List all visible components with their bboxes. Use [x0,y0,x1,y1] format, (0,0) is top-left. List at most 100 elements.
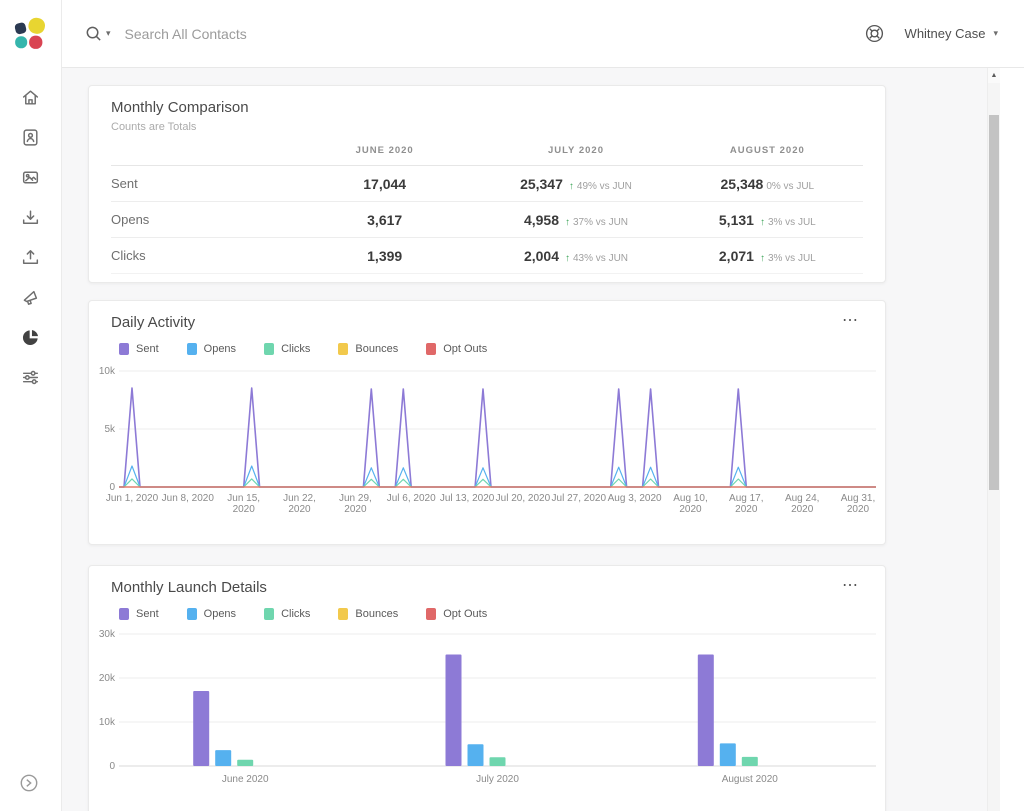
row-label: Clicks [111,248,289,263]
settings-sliders-icon [20,367,41,388]
monthly-launch-bar-chart[interactable]: 010k20k30kJune 2020July 2020August 2020 [89,624,885,804]
svg-text:5k: 5k [104,424,116,435]
right-gutter [1000,68,1024,811]
svg-text:July 2020: July 2020 [476,774,519,785]
legend-swatch-icon [264,608,274,620]
search-icon [84,24,103,43]
scrollbar-thumb[interactable] [989,115,999,490]
sidebar-item-settings-sliders[interactable] [19,366,43,388]
metric-cell: 1,399 [289,248,480,264]
user-menu[interactable]: Whitney Case [905,26,986,41]
daily-activity-card: Daily Activity ⋯ SentOpensClicksBouncesO… [88,300,886,545]
sidebar-item-upload[interactable] [19,246,43,268]
svg-text:Aug 17,2020: Aug 17,2020 [729,493,763,515]
search-scope-caret-icon[interactable]: ▾ [106,28,111,39]
legend-item-bounces[interactable]: Bounces [338,343,398,355]
legend-label: Bounces [355,343,398,355]
sidebar-item-contacts[interactable] [19,126,43,148]
legend-item-sent[interactable]: Sent [119,343,159,355]
svg-text:10k: 10k [99,717,116,728]
svg-text:Aug 3, 2020: Aug 3, 2020 [608,493,662,504]
svg-text:Jun 29,2020: Jun 29,2020 [339,493,372,515]
legend-item-opt-outs[interactable]: Opt Outs [426,608,487,620]
metric-value: 4,958 [524,212,559,228]
comparison-table: JUNE 2020JULY 2020AUGUST 2020 Sent17,044… [111,145,863,274]
legend-item-opt-outs[interactable]: Opt Outs [426,343,487,355]
card-title: Monthly Comparison [111,99,249,116]
legend-swatch-icon [264,343,274,355]
svg-text:Jun 22,2020: Jun 22,2020 [283,493,316,515]
svg-text:Aug 24,2020: Aug 24,2020 [785,493,819,515]
sidebar-item-reports[interactable] [19,326,43,348]
metric-cell: 25,347↑49% vs JUN [480,176,671,192]
campaigns-icon [20,167,41,188]
table-row: Clicks1,3992,004↑43% vs JUN2,071↑3% vs J… [111,238,863,274]
metric-cell: 4,958↑37% vs JUN [480,212,671,228]
help-icon[interactable] [864,23,885,44]
metric-change: 3% vs JUL [768,253,816,264]
svg-text:June 2020: June 2020 [222,774,269,785]
svg-text:Jul 27, 2020: Jul 27, 2020 [552,493,607,504]
metric-cell: 17,044 [289,176,480,192]
metric-change: 0% vs JUL [766,181,814,192]
legend-label: Opt Outs [443,608,487,620]
comparison-table-header: JUNE 2020JULY 2020AUGUST 2020 [111,145,863,166]
metric-cell: 2,004↑43% vs JUN [480,248,671,264]
svg-text:Jun 15,2020: Jun 15,2020 [227,493,260,515]
column-header: JULY 2020 [480,145,671,156]
daily-activity-line-chart[interactable]: 05k10kJun 1, 2020Jun 8, 2020Jun 15,2020J… [89,359,885,527]
metric-value: 25,347 [520,176,563,192]
card-subtitle: Counts are Totals [111,121,249,133]
reports-icon [20,327,41,348]
card-title: Monthly Launch Details [111,579,267,596]
sidebar-nav [19,86,43,388]
legend-label: Sent [136,343,159,355]
legend-item-sent[interactable]: Sent [119,608,159,620]
metric-value: 25,348 [721,176,764,192]
metric-value: 1,399 [367,248,402,264]
svg-text:Jul 20, 2020: Jul 20, 2020 [496,493,551,504]
legend-label: Clicks [281,608,310,620]
sidebar-item-campaigns[interactable] [19,166,43,188]
metric-cell: 2,071↑3% vs JUL [672,248,863,264]
metric-change: 3% vs JUL [768,217,816,228]
sidebar-item-home[interactable] [19,86,43,108]
svg-text:Jun 1, 2020: Jun 1, 2020 [106,493,159,504]
svg-text:0: 0 [109,761,115,772]
metric-change: 43% vs JUN [573,253,628,264]
legend-label: Opt Outs [443,343,487,355]
legend-item-clicks[interactable]: Clicks [264,343,310,355]
upload-icon [20,247,41,268]
more-menu-icon[interactable]: ⋯ [838,579,863,593]
trend-up-icon: ↑ [760,253,765,264]
user-menu-caret-icon[interactable]: ▾ [993,28,998,39]
column-header: JUNE 2020 [289,145,480,156]
table-row: Opens3,6174,958↑37% vs JUN5,131↑3% vs JU… [111,202,863,238]
legend-swatch-icon [187,343,197,355]
svg-text:Aug 10,2020: Aug 10,2020 [673,493,707,515]
legend-item-bounces[interactable]: Bounces [338,608,398,620]
trend-up-icon: ↑ [569,181,574,192]
legend-label: Clicks [281,343,310,355]
more-menu-icon[interactable]: ⋯ [838,314,863,328]
topbar: ▾ Search All Contacts Whitney Case ▾ [62,0,1024,68]
metric-change: 37% vs JUN [573,217,628,228]
app-logo[interactable] [12,16,50,54]
metric-cell: 25,3480% vs JUL [672,176,863,192]
svg-text:30k: 30k [99,629,116,640]
vertical-scrollbar[interactable]: ▲ [987,68,1000,811]
metric-value: 2,004 [524,248,559,264]
monthly-comparison-card: Monthly Comparison Counts are Totals JUN… [88,85,886,283]
legend-item-opens[interactable]: Opens [187,608,236,620]
scroll-up-arrow-icon[interactable]: ▲ [988,68,1000,83]
legend-item-clicks[interactable]: Clicks [264,608,310,620]
legend-item-opens[interactable]: Opens [187,343,236,355]
search-input[interactable]: ▾ Search All Contacts [84,24,247,43]
table-row: Sent17,04425,347↑49% vs JUN25,3480% vs J… [111,166,863,202]
metric-value: 17,044 [363,176,406,192]
column-header: AUGUST 2020 [672,145,863,156]
sidebar-item-announcements[interactable] [19,286,43,308]
sidebar-item-download[interactable] [19,206,43,228]
collapse-sidebar-icon[interactable] [18,772,40,799]
svg-text:Jul 6, 2020: Jul 6, 2020 [387,493,436,504]
